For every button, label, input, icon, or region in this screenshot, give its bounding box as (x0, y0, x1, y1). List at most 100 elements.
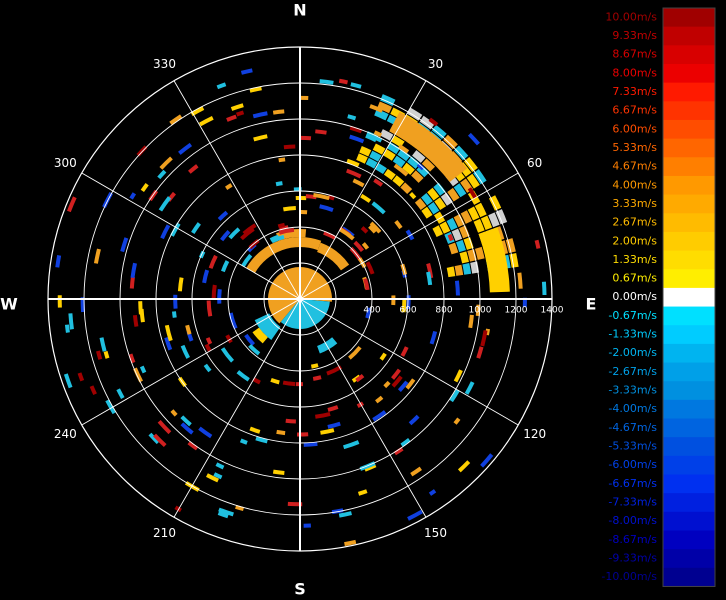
colorbar-label: 6.67m/s (612, 104, 657, 117)
echo-dash (295, 195, 307, 201)
colorbar-label: -5.33m/s (608, 440, 657, 453)
colorbar-swatch (663, 325, 715, 345)
echo-dash (230, 103, 244, 111)
colorbar-label: -9.33m/s (608, 551, 657, 564)
echo-dash (228, 227, 241, 240)
bearing-label: 120 (523, 427, 546, 441)
echo-dash (312, 375, 322, 381)
echo-dash (173, 294, 178, 309)
echo-cell (509, 253, 519, 268)
colorbar-label: 8.00m/s (612, 66, 657, 79)
echo-dash (140, 183, 149, 193)
compass-south: S (294, 580, 306, 599)
colorbar-label: 7.33m/s (612, 85, 657, 98)
range-label: 600 (399, 306, 416, 316)
echo-dash (159, 156, 173, 170)
colorbar-swatch (663, 101, 715, 121)
echo-dash (185, 324, 192, 335)
echo-dash (55, 255, 62, 268)
colorbar-swatch (663, 362, 715, 382)
echo-dash (202, 269, 210, 284)
colorbar-label: -4.00m/s (608, 402, 657, 415)
echo-dash (480, 453, 494, 468)
echo-dash (236, 370, 250, 382)
colorbar-label: -7.33m/s (608, 495, 657, 508)
colorbar-swatch (663, 82, 715, 102)
colorbar-swatch (663, 511, 715, 531)
echo-dash (158, 196, 172, 212)
echo-dash (188, 164, 199, 174)
range-label: 400 (363, 306, 380, 316)
echo-dash (400, 346, 409, 357)
colorbar-swatch (663, 567, 715, 587)
echo-dash (136, 145, 148, 157)
echo-arc (317, 242, 350, 271)
radar-velocity-chart: N S W E 30 60 120 150 210 240 300 330 400 600 800 1000 1… (0, 1, 716, 599)
colorbar-swatch (663, 250, 715, 270)
echo-dash (272, 469, 285, 476)
echo-dash (375, 395, 384, 404)
echo-dash (252, 111, 268, 119)
echo-dash (217, 288, 222, 304)
echo-dash (226, 114, 237, 122)
colorbar-label: 1.33m/s (612, 253, 657, 266)
echo-dash (405, 229, 415, 241)
colorbar-label: 9.33m/s (612, 29, 657, 42)
colorbar-label: -2.67m/s (608, 365, 657, 378)
echo-dash (99, 337, 107, 352)
echo-dash (391, 295, 396, 306)
echo-dash (379, 352, 387, 361)
echo-cell (392, 175, 405, 187)
echo-dash (244, 333, 255, 346)
colorbar-label: -8.00m/s (608, 514, 657, 527)
colorbar-swatch (663, 549, 715, 569)
echo-dash (170, 409, 178, 417)
echo-dash (103, 350, 110, 359)
echo-dash (428, 489, 437, 496)
colorbar-swatch (663, 287, 715, 308)
echo-dash (371, 201, 386, 215)
colorbar-swatch (663, 306, 715, 326)
echo-dash (464, 381, 475, 395)
echo-dash (348, 346, 362, 360)
echo-dash (157, 169, 167, 180)
colorbar-label: 5.33m/s (612, 141, 657, 154)
echo-dash (360, 226, 369, 234)
colorbar-label: 0.00m/s (612, 290, 657, 303)
colorbar-swatch (663, 399, 715, 420)
compass-west: W (0, 295, 18, 314)
range-label: 800 (435, 306, 452, 316)
echo-dash (116, 388, 125, 400)
echo-dash (350, 82, 362, 89)
radar-center (297, 296, 303, 302)
echo-dash (128, 353, 136, 364)
echo-dash (468, 314, 474, 329)
echo-dash (211, 284, 217, 299)
bearing-label: 210 (153, 526, 176, 540)
colorbar-label: -3.33m/s (608, 384, 657, 397)
echo-dash (360, 193, 372, 203)
colorbar-label: 2.67m/s (612, 216, 657, 229)
echo-dash (203, 363, 212, 373)
colorbar-label: -0.67m/s (608, 309, 657, 322)
echo-dash (235, 110, 245, 117)
colorbar-swatch (663, 45, 715, 65)
colorbar-label: 4.00m/s (612, 178, 657, 191)
colorbar-label: -2.00m/s (608, 346, 657, 359)
echo-dash (300, 135, 312, 141)
echo-dash (63, 373, 73, 389)
echo-dash (205, 337, 213, 345)
echo-cell (474, 246, 485, 260)
compass-east: E (586, 295, 597, 314)
bearing-label: 60 (527, 156, 542, 170)
echo-dash (64, 324, 70, 333)
echo-dash (225, 183, 233, 190)
colorbar-swatch (663, 455, 715, 475)
echo-dash (408, 414, 420, 426)
colorbar-swatch (663, 213, 715, 233)
colorbar-swatch (663, 269, 715, 289)
echo-dash (394, 220, 403, 230)
echo-dash (270, 378, 280, 385)
echo-dash (160, 224, 171, 240)
colorbar-swatch (663, 437, 715, 457)
